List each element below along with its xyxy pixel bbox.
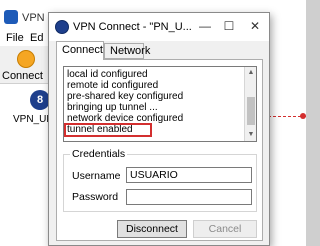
username-label: Username: [72, 170, 121, 182]
close-button[interactable]: ✕: [245, 17, 265, 35]
tab-connect[interactable]: Connect: [56, 41, 104, 60]
password-field[interactable]: [126, 189, 252, 205]
dialog-titlebar[interactable]: VPN Connect - "PN_U... — ☐ ✕: [49, 13, 269, 41]
maximize-button[interactable]: ☐: [219, 17, 239, 35]
scroll-thumb[interactable]: [247, 97, 255, 125]
dialog-title: VPN Connect - "PN_U...: [73, 21, 192, 33]
scroll-up-arrow-icon[interactable]: ▲: [245, 67, 256, 79]
menu-file[interactable]: File: [6, 32, 24, 44]
password-label: Password: [72, 191, 119, 203]
background-title: VPN: [22, 12, 45, 24]
connection-log[interactable]: local id configured remote id configured…: [63, 66, 257, 142]
menu-edit[interactable]: Ed: [30, 32, 43, 44]
username-field[interactable]: USUARIO: [126, 167, 252, 183]
tab-network[interactable]: Network: [104, 43, 150, 59]
highlight-box: [64, 123, 152, 137]
connect-tab-panel: local id configured remote id configured…: [56, 59, 263, 241]
connect-icon[interactable]: [17, 50, 35, 68]
vpn-app-icon: [4, 10, 18, 24]
scroll-down-arrow-icon[interactable]: ▼: [245, 129, 256, 141]
toolbar-connect-label[interactable]: Connect: [2, 70, 43, 82]
credentials-legend: Credentials: [70, 148, 128, 160]
cancel-button[interactable]: Cancel: [193, 220, 257, 238]
dialog-vpn-icon: [55, 20, 69, 34]
vpn-connect-dialog: VPN Connect - "PN_U... — ☐ ✕ Connect Net…: [48, 12, 270, 246]
log-line: pre-shared key configured: [67, 91, 184, 102]
minimize-button[interactable]: —: [195, 17, 215, 35]
annotation-dot: [300, 113, 306, 119]
log-line: remote id configured: [67, 80, 159, 91]
log-line: bringing up tunnel ...: [67, 102, 158, 113]
disconnect-button[interactable]: Disconnect: [117, 220, 187, 238]
log-scrollbar[interactable]: ▲ ▼: [244, 67, 256, 141]
log-line: local id configured: [67, 69, 148, 80]
credentials-group: Credentials Username USUARIO Password: [63, 148, 257, 212]
vpn-connection-icon[interactable]: 8: [30, 90, 50, 110]
